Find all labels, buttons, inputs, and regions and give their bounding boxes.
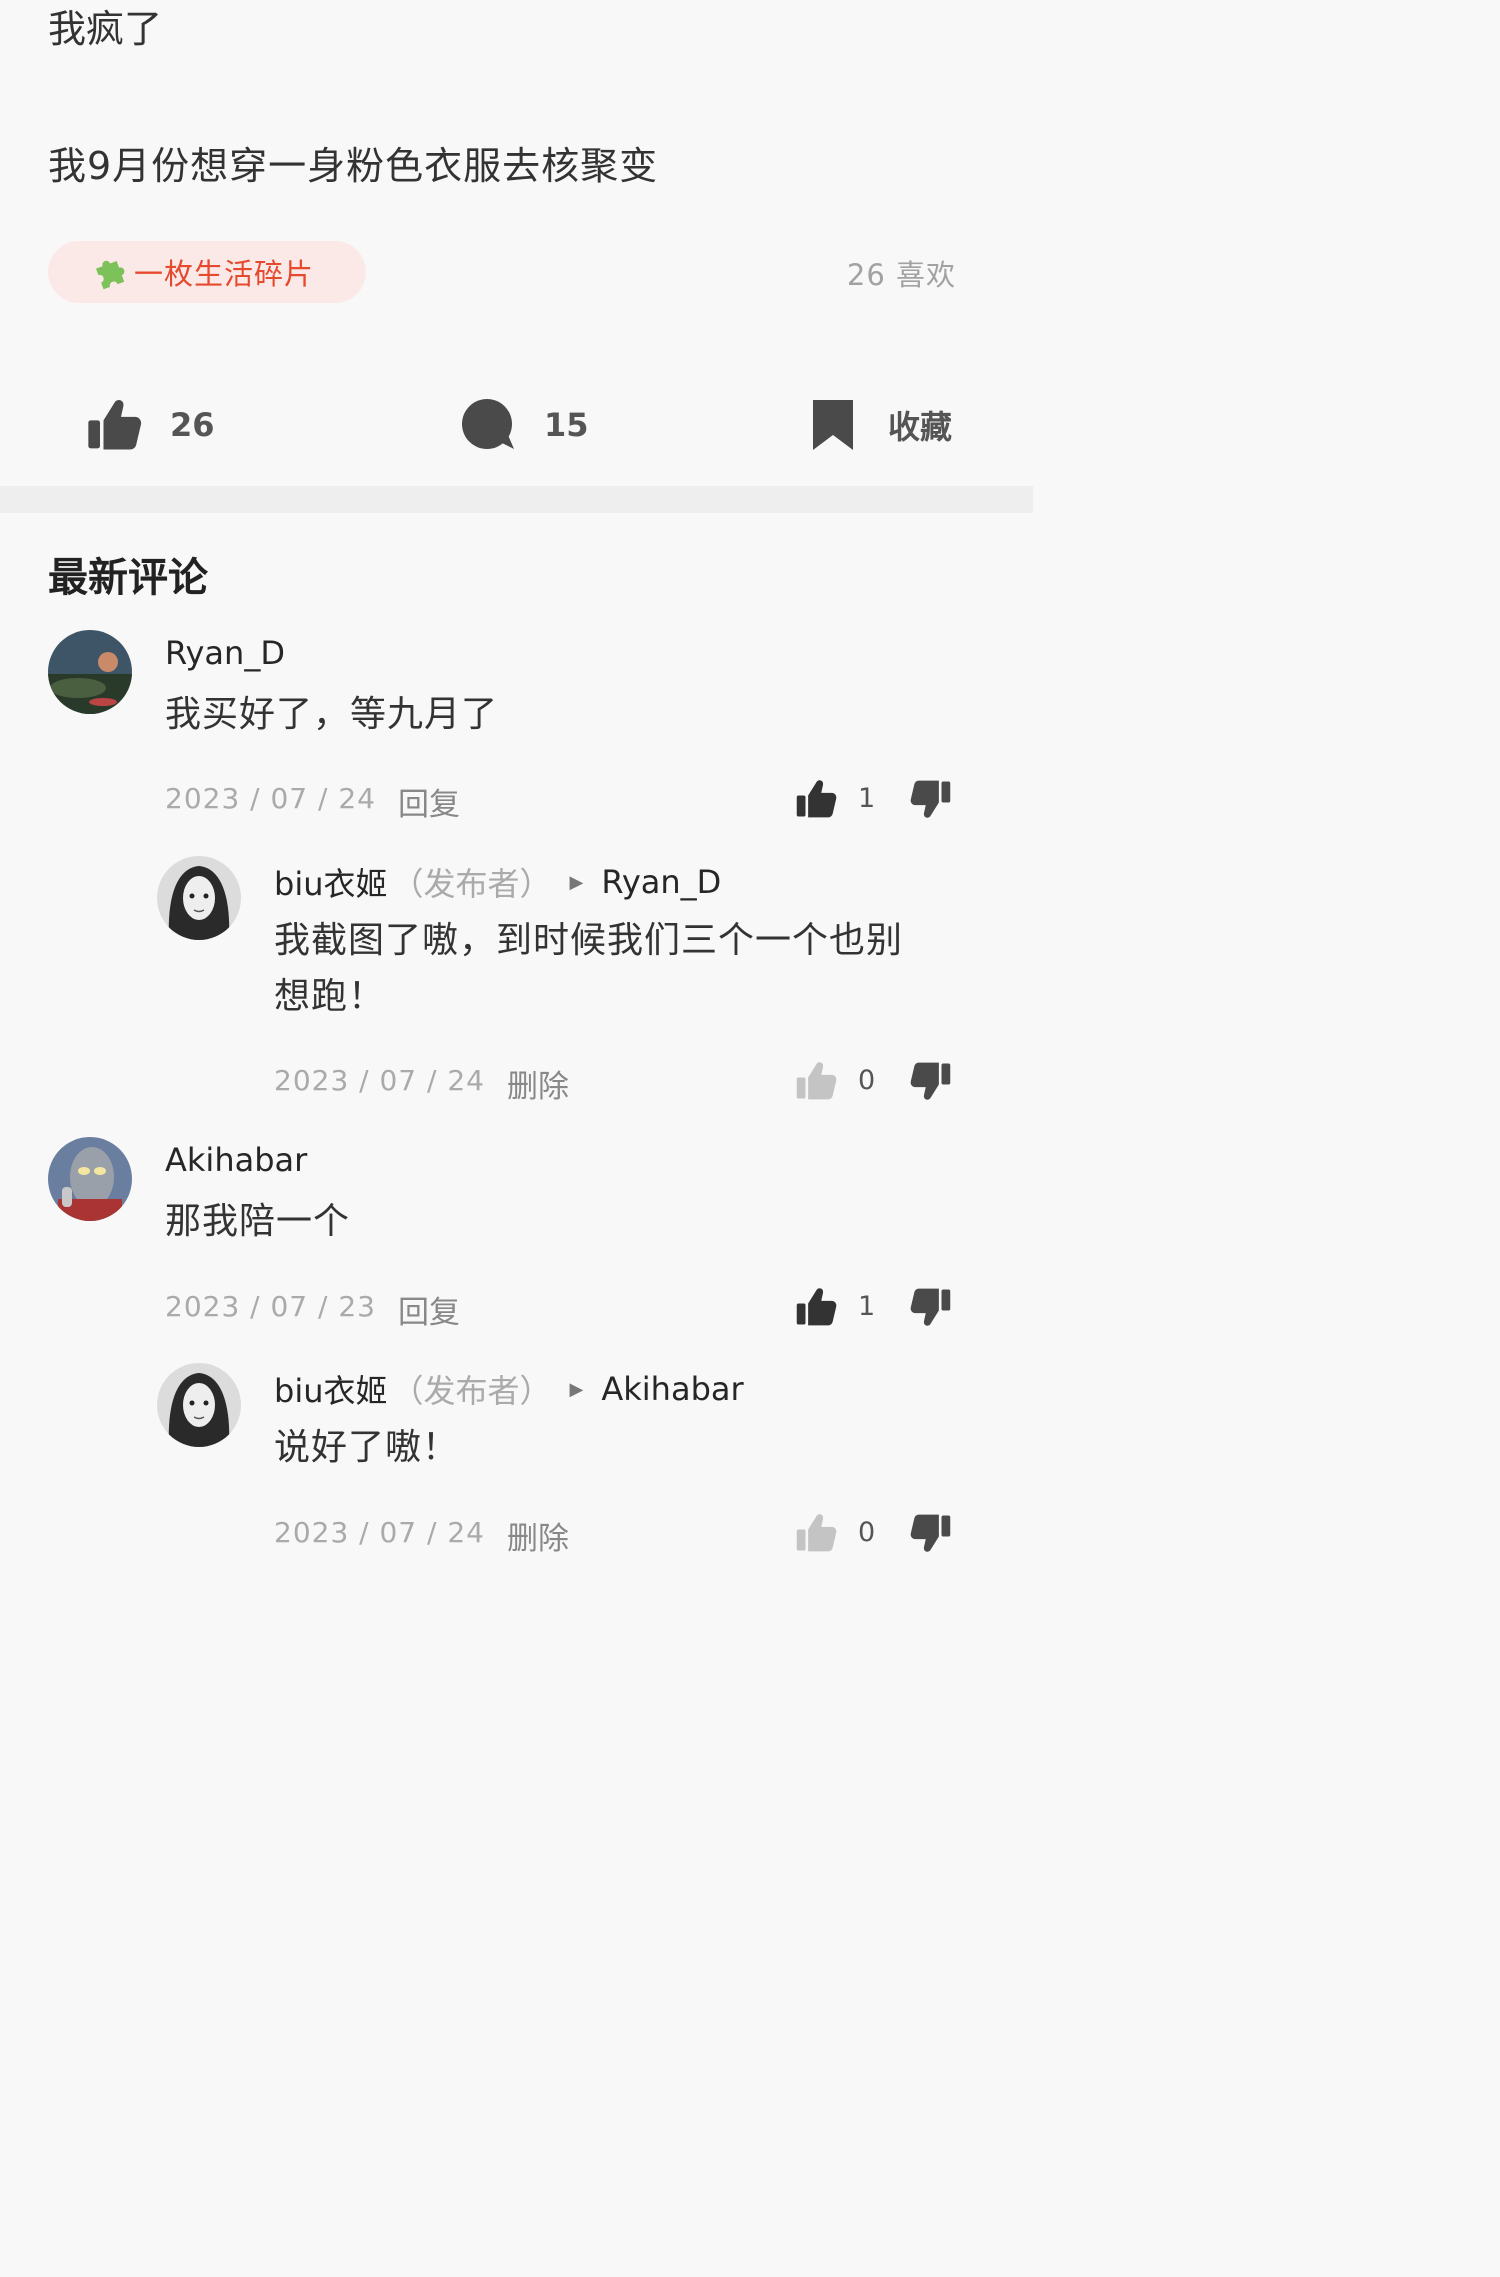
comments-section-title: 最新评论 [48,555,208,601]
publisher-badge: （发布者） [391,1372,552,1410]
reply-like-button[interactable] [795,1060,837,1106]
reply-dislike-button[interactable] [910,1060,952,1106]
comment-bubble-icon [460,397,516,453]
section-divider [0,486,1033,513]
puzzle-icon [88,250,132,294]
comment-like-count: 1 [858,783,876,814]
delete-button[interactable]: 删除 [507,1061,569,1106]
reply-like-count: 0 [858,1065,876,1096]
thumbs-up-icon [795,1060,837,1102]
comment-like-button[interactable] [795,1286,837,1332]
comment-like-count: 1 [858,1291,876,1322]
thumbs-up-icon [795,1286,837,1328]
thumbs-up-icon [795,778,837,820]
comment-text: 我买好了，等九月了 [165,694,499,735]
comment-dislike-button[interactable] [910,778,952,824]
thumbs-down-icon [910,1512,952,1554]
comment-author[interactable]: Akihabar [165,1141,307,1179]
reply-button[interactable]: 回复 [398,1287,460,1332]
topic-tag-chip[interactable]: 一枚生活碎片 [48,241,366,303]
post-text-line2: 我9月份想穿一身粉色衣服去核聚变 [48,144,659,188]
delete-button[interactable]: 删除 [507,1513,569,1558]
like-button[interactable]: 26 [86,385,215,465]
reply-arrow-icon: ▶ [569,871,584,893]
reply-target[interactable]: Akihabar [601,1370,743,1408]
reply-dislike-button[interactable] [910,1512,952,1558]
reply-date: 2023 / 07 / 24 [274,1516,485,1549]
reply-author[interactable]: biu衣姬 [274,1366,388,1412]
comment-author[interactable]: Ryan_D [165,634,285,672]
post-text-line1: 我疯了 [48,7,163,51]
favorite-label: 收藏 [888,408,953,446]
reply-like-count: 0 [858,1517,876,1548]
thumbs-down-icon [910,1286,952,1328]
avatar[interactable] [157,1363,241,1447]
comment-date: 2023 / 07 / 23 [165,1290,376,1323]
avatar[interactable] [48,1137,132,1221]
comment-dislike-button[interactable] [910,1286,952,1332]
comment-text: 那我陪一个 [165,1201,351,1242]
like-count: 26 [170,406,215,444]
topic-tag-label: 一枚生活碎片 [134,257,315,291]
comment-button[interactable]: 15 [460,385,589,465]
thumbs-up-icon [86,397,142,453]
comment-count: 15 [544,406,589,444]
reply-text-line2: 想跑！ [274,976,386,1017]
likes-count-label: 26 喜欢 [846,258,956,292]
thumbs-down-icon [910,1060,952,1102]
reply-header: biu衣姬 （发布者） ▶ Ryan_D [274,859,721,905]
reply-target[interactable]: Ryan_D [601,863,721,901]
thumbs-up-icon [795,1512,837,1554]
reply-author[interactable]: biu衣姬 [274,859,388,905]
avatar[interactable] [48,630,132,714]
reply-like-button[interactable] [795,1512,837,1558]
reply-button[interactable]: 回复 [398,779,460,824]
comment-like-button[interactable] [795,778,837,824]
comment-date: 2023 / 07 / 24 [165,782,376,815]
reply-arrow-icon: ▶ [569,1378,584,1400]
reply-header: biu衣姬 （发布者） ▶ Akihabar [274,1366,744,1412]
bookmark-icon [810,397,856,453]
post-action-bar: 26 15 收藏 [0,385,1033,465]
publisher-badge: （发布者） [391,865,552,903]
reply-date: 2023 / 07 / 24 [274,1064,485,1097]
favorite-button[interactable]: 收藏 [810,385,952,465]
reply-text-line1: 我截图了嗷，到时候我们三个一个也别 [274,920,904,961]
avatar[interactable] [157,856,241,940]
thumbs-down-icon [910,778,952,820]
reply-text-line1: 说好了嗷！ [274,1427,460,1468]
